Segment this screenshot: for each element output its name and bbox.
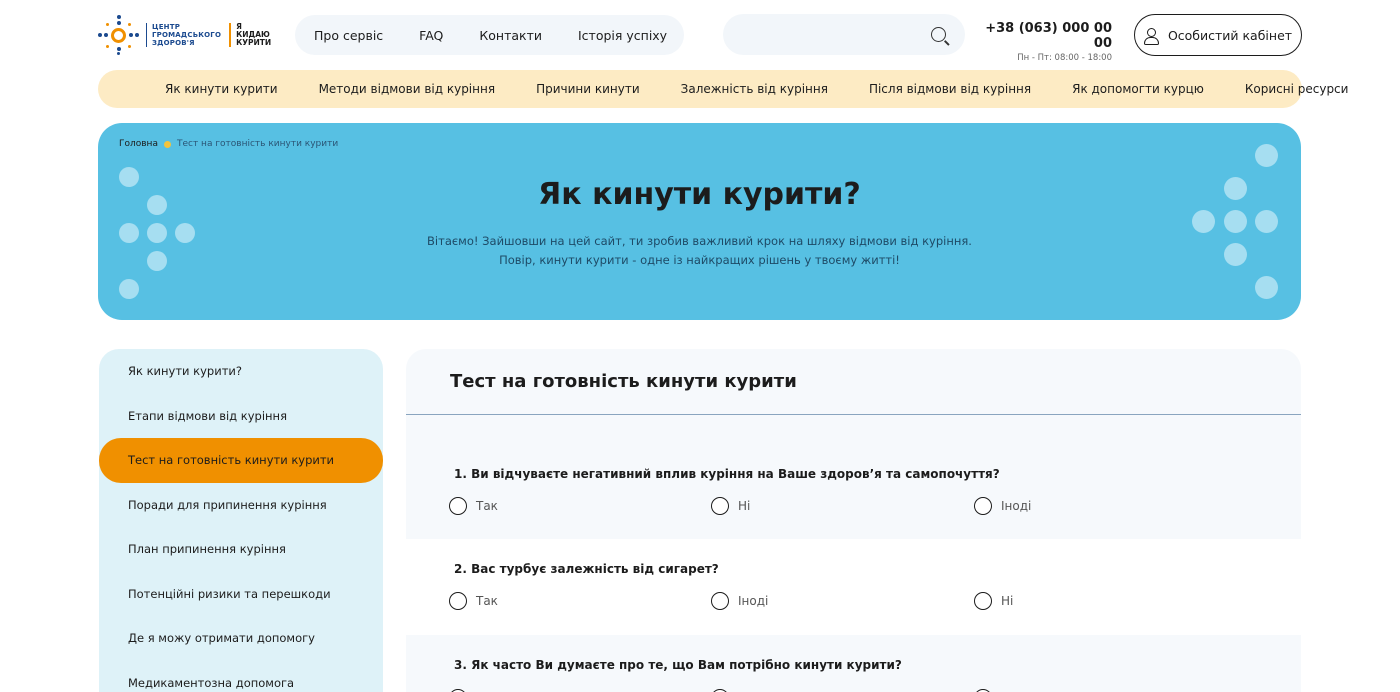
decor-dot-icon [175, 223, 195, 243]
decor-dot-icon [147, 195, 167, 215]
sidebar-item-risks[interactable]: Потенційні ризики та перешкоди [99, 572, 383, 617]
decor-dot-icon [147, 251, 167, 271]
hero-subtitle-line: Вітаємо! Зайшовши на цей сайт, ти зробив… [427, 234, 972, 248]
search-icon[interactable] [931, 27, 946, 42]
sidebar-item-readiness-test[interactable]: Тест на готовність кинути курити [99, 438, 383, 483]
logo-org-line: ЦЕНТР [152, 23, 181, 31]
decor-dot-icon [1224, 177, 1247, 200]
answer-label: Так [476, 499, 498, 513]
answer-label: Ні [738, 499, 751, 513]
catnav-help-smoker[interactable]: Як допомогти курцю [1072, 82, 1204, 96]
decor-dot-icon [1255, 276, 1278, 299]
sidebar-item-get-help[interactable]: Де я можу отримати допомогу [99, 616, 383, 661]
decor-dot-icon [1255, 210, 1278, 233]
catnav-addiction[interactable]: Залежність від куріння [681, 82, 828, 96]
decor-dot-icon [1224, 243, 1247, 266]
logo-org-line: ЗДОРОВ'Я [152, 39, 195, 47]
catnav-methods[interactable]: Методи відмови від куріння [319, 82, 496, 96]
logo-mark-icon [98, 15, 140, 55]
decor-dot-icon [119, 223, 139, 243]
breadcrumb-separator-icon [163, 140, 171, 148]
topnav-about[interactable]: Про сервіс [314, 28, 383, 43]
test-title: Тест на готовність кинути курити [450, 371, 797, 392]
phone-block: +38 (063) 000 00 00 Пн - Пт: 08:00 - 18:… [978, 21, 1112, 63]
decor-dot-icon [119, 279, 139, 299]
logo-program-text: Я КИДАЮ КУРИТИ [229, 23, 271, 47]
sidebar-item-stages[interactable]: Етапи відмови від куріння [99, 394, 383, 439]
radio-button[interactable] [974, 592, 992, 610]
breadcrumb-home[interactable]: Головна [119, 139, 158, 149]
sidebar-item-plan[interactable]: План припинення куріння [99, 527, 383, 572]
hero-subtitle-line: Повір, кинути курити - одне із найкращих… [499, 253, 900, 267]
radio-button[interactable] [449, 497, 467, 515]
answer-label: Іноді [1001, 499, 1032, 513]
sidebar: Як кинути курити? Етапи відмови від курі… [99, 349, 383, 692]
topnav-success-stories[interactable]: Історія успіху [578, 28, 667, 43]
question-text: 3. Як часто Ви думаєте про те, що Вам по… [454, 658, 902, 672]
answer-option[interactable]: Ні [711, 497, 750, 515]
user-icon [1143, 27, 1159, 45]
working-hours: Пн - Пт: 08:00 - 18:00 [1017, 53, 1112, 63]
catnav-reasons[interactable]: Причини кинути [536, 82, 640, 96]
test-header: Тест на готовність кинути курити [406, 349, 1301, 415]
phone-number[interactable]: +38 (063) 000 00 00 [978, 21, 1112, 51]
decor-dot-icon [1255, 144, 1278, 167]
decor-dot-icon [147, 223, 167, 243]
sidebar-item-tips[interactable]: Поради для припинення куріння [99, 483, 383, 528]
sidebar-item-medication[interactable]: Медикаментозна допомога [99, 661, 383, 692]
catnav-how-to-quit[interactable]: Як кинути курити [165, 82, 278, 96]
logo[interactable]: ЦЕНТР ГРОМАДСЬКОГО ЗДОРОВ'Я Я КИДАЮ КУРИ… [98, 15, 271, 55]
question-block: 2. Вас турбує залежність від сигарет? Та… [406, 539, 1301, 635]
logo-org-text: ЦЕНТР ГРОМАДСЬКОГО ЗДОРОВ'Я [146, 23, 221, 47]
search-input[interactable] [723, 14, 965, 55]
decor-dot-icon [1224, 210, 1247, 233]
answer-option[interactable]: Ні [974, 592, 1013, 610]
catnav-resources[interactable]: Корисні ресурси [1245, 82, 1349, 96]
top-nav: Про сервіс FAQ Контакти Історія успіху [295, 15, 685, 55]
answer-option[interactable]: Так [449, 592, 498, 610]
decor-dot-icon [1192, 210, 1215, 233]
answer-option[interactable]: Іноді [974, 497, 1031, 515]
decor-dot-icon [119, 167, 139, 187]
radio-button[interactable] [711, 592, 729, 610]
personal-cabinet-button[interactable]: Особистий кабінет [1134, 14, 1302, 56]
question-text: 1. Ви відчуваєте негативний вплив курінн… [454, 467, 1000, 481]
radio-button[interactable] [711, 497, 729, 515]
sidebar-item-how-to-quit[interactable]: Як кинути курити? [99, 349, 383, 394]
question-block: 3. Як часто Ви думаєте про те, що Вам по… [406, 635, 1301, 692]
topnav-contacts[interactable]: Контакти [479, 28, 542, 43]
site-header: ЦЕНТР ГРОМАДСЬКОГО ЗДОРОВ'Я Я КИДАЮ КУРИ… [0, 0, 1400, 70]
topnav-faq[interactable]: FAQ [419, 28, 443, 43]
catnav-after-quitting[interactable]: Після відмови від куріння [869, 82, 1031, 96]
logo-org-line: ГРОМАДСЬКОГО [152, 31, 222, 39]
breadcrumb: Головна Тест на готовність кинути курити [119, 139, 338, 149]
hero-subtitle: Вітаємо! Зайшовши на цей сайт, ти зробив… [98, 232, 1301, 270]
answer-label: Так [476, 594, 498, 608]
page-title: Як кинути курити? [538, 177, 861, 212]
question-block: 1. Ви відчуваєте негативний вплив курінн… [406, 415, 1301, 539]
radio-button[interactable] [974, 497, 992, 515]
test-panel: Тест на готовність кинути курити 1. Ви в… [406, 349, 1301, 692]
personal-cabinet-label: Особистий кабінет [1167, 27, 1293, 43]
radio-button[interactable] [449, 592, 467, 610]
answer-option[interactable]: Так [449, 497, 498, 515]
breadcrumb-current: Тест на готовність кинути курити [176, 139, 339, 149]
question-text: 2. Вас турбує залежність від сигарет? [454, 562, 719, 576]
answer-option[interactable]: Іноді [711, 592, 768, 610]
answer-label: Іноді [738, 594, 769, 608]
answer-label: Ні [1001, 594, 1014, 608]
logo-program-line: КУРИТИ [236, 38, 272, 47]
hero-banner: Головна Тест на готовність кинути курити… [98, 123, 1301, 320]
category-nav: Як кинути курити Методи відмови від курі… [98, 70, 1348, 108]
